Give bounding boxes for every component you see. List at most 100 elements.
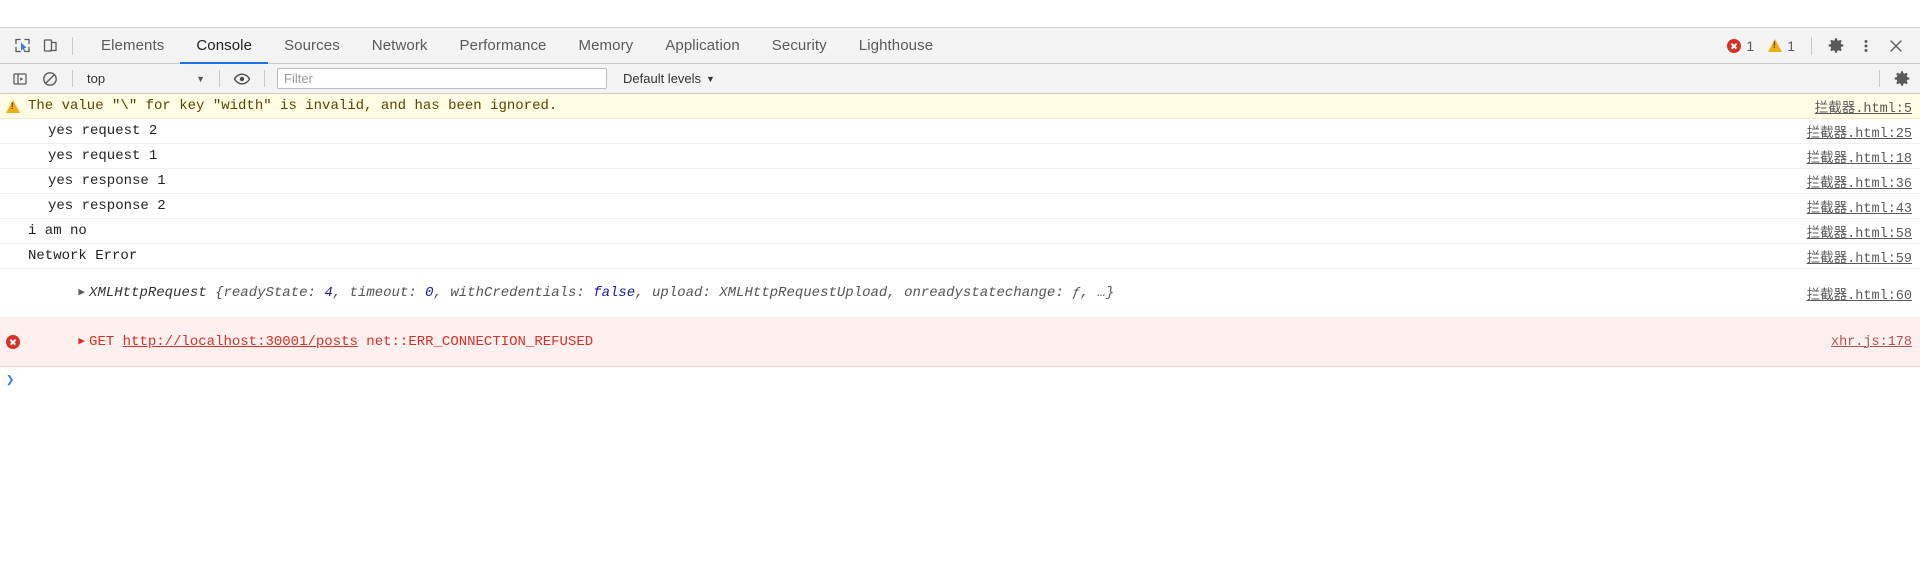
prop-key: timeout: (349, 285, 426, 301)
prop-value: 0 (425, 285, 434, 301)
console-message-log[interactable]: i am no 拦截器.html:58 (0, 219, 1920, 244)
error-count-badge[interactable]: 1 (1721, 38, 1760, 54)
clear-console-icon[interactable] (36, 65, 64, 93)
right-controls-divider (1811, 36, 1812, 55)
message-text: yes request 1 (48, 148, 158, 164)
source-link[interactable]: 拦截器.html:59 (1807, 246, 1912, 267)
warning-count-value: 1 (1787, 37, 1795, 54)
console-message-log[interactable]: yes request 1 拦截器.html:18 (0, 144, 1920, 169)
object-name: XMLHttpRequest (89, 285, 207, 301)
console-toolbar-divider-4 (1879, 70, 1880, 87)
tab-security[interactable]: Security (756, 28, 843, 63)
expand-triangle-icon[interactable]: ▶ (78, 285, 85, 299)
tab-application[interactable]: Application (649, 28, 755, 63)
device-toolbar-icon[interactable] (36, 32, 64, 60)
request-method: GET (89, 334, 123, 350)
error-status: net::ERR_CONNECTION_REFUSED (357, 334, 594, 350)
console-message-log[interactable]: yes response 2 拦截器.html:43 (0, 194, 1920, 219)
kebab-menu-icon[interactable] (1852, 32, 1880, 60)
log-levels-select[interactable]: Default levels ▼ (615, 71, 723, 86)
tab-lighthouse[interactable]: Lighthouse (843, 28, 949, 63)
source-link[interactable]: 拦截器.html:43 (1807, 196, 1912, 217)
source-link[interactable]: 拦截器.html:36 (1807, 171, 1912, 192)
prop-value: XMLHttpRequestUpload (719, 285, 888, 301)
prop-sep: , (887, 285, 905, 301)
message-text: Network Error (28, 248, 138, 264)
console-toolbar-divider-2 (219, 70, 220, 87)
tab-console-label: Console (196, 37, 253, 54)
source-link[interactable]: 拦截器.html:60 (1807, 283, 1912, 304)
prop-key: onreadystatechange: (904, 285, 1073, 301)
warning-count-badge[interactable]: 1 (1762, 38, 1801, 54)
tabbar-divider (72, 36, 73, 55)
tab-performance[interactable]: Performance (444, 28, 563, 63)
tab-console[interactable]: Console (180, 28, 268, 64)
prop-sep: , (1080, 285, 1098, 301)
console-filter-toolbar: top ▼ Default levels ▼ (0, 64, 1920, 94)
prop-value: false (593, 285, 636, 301)
expand-triangle-icon[interactable]: ▶ (78, 334, 85, 348)
console-message-error[interactable]: ▶ GET http://localhost:30001/posts net::E… (0, 318, 1920, 367)
request-url[interactable]: http://localhost:30001/posts (123, 334, 358, 350)
console-message-list: The value "\" for key "width" is invalid… (0, 94, 1920, 393)
prop-sep: , (635, 285, 653, 301)
source-link[interactable]: xhr.js:178 (1831, 335, 1912, 350)
tabbar-right-controls: 1 1 (1721, 28, 1920, 63)
warning-triangle-icon (6, 99, 20, 113)
live-expression-eye-icon[interactable] (228, 65, 256, 93)
prop-key: upload: (652, 285, 720, 301)
tab-network[interactable]: Network (356, 28, 444, 63)
panel-tabs: Elements Console Sources Network Perform… (85, 28, 949, 64)
prop-value: 4 (324, 285, 333, 301)
console-message-object[interactable]: ▶ XMLHttpRequest {readyState: 4, timeout:… (0, 269, 1920, 318)
close-icon[interactable] (1882, 32, 1910, 60)
tab-network-label: Network (371, 37, 428, 54)
browser-chrome-strip (0, 0, 1920, 28)
log-levels-label: Default levels (623, 71, 702, 86)
prop-sep: , (433, 285, 451, 301)
prop-key: withCredentials: (450, 285, 594, 301)
console-toolbar-divider-1 (72, 70, 73, 87)
message-text: yes response 1 (48, 173, 166, 189)
console-message-warning[interactable]: The value "\" for key "width" is invalid… (0, 94, 1920, 119)
console-message-log[interactable]: yes request 2 拦截器.html:25 (0, 119, 1920, 144)
console-prompt-row[interactable]: ❯ (0, 367, 1920, 393)
filter-input[interactable] (277, 68, 607, 89)
console-message-log[interactable]: Network Error 拦截器.html:59 (0, 244, 1920, 269)
object-open-brace: { (206, 285, 224, 301)
tab-performance-label: Performance (459, 37, 547, 54)
console-settings-gear-icon[interactable] (1888, 65, 1916, 93)
devtools-tabbar: Elements Console Sources Network Perform… (0, 28, 1920, 64)
tab-application-label: Application (665, 37, 740, 54)
execution-context-select[interactable]: top ▼ (81, 68, 211, 90)
gear-icon[interactable] (1822, 32, 1850, 60)
source-link[interactable]: 拦截器.html:18 (1807, 146, 1912, 167)
prompt-caret-icon: ❯ (6, 372, 15, 389)
execution-context-value: top (87, 71, 106, 86)
chevron-down-icon: ▼ (196, 73, 205, 84)
inspect-element-icon[interactable] (8, 32, 36, 60)
error-circle-icon (6, 335, 20, 349)
message-text: yes request 2 (48, 123, 158, 139)
tab-sources[interactable]: Sources (268, 28, 356, 63)
error-count-value: 1 (1746, 37, 1755, 54)
tab-memory-label: Memory (578, 37, 634, 54)
prop-sep: , (332, 285, 350, 301)
message-text: ▶ GET http://localhost:30001/posts net::E… (26, 318, 1819, 366)
source-link[interactable]: 拦截器.html:58 (1807, 221, 1912, 242)
console-sidebar-icon[interactable] (6, 65, 34, 93)
console-message-log[interactable]: yes response 1 拦截器.html:36 (0, 169, 1920, 194)
tabbar-left-controls (0, 28, 81, 63)
chevron-down-icon: ▼ (706, 73, 715, 84)
tab-memory[interactable]: Memory (563, 28, 650, 63)
tab-elements-label: Elements (101, 37, 165, 54)
warning-triangle-icon (1768, 39, 1783, 52)
prop-value: ƒ (1072, 285, 1081, 301)
message-text: i am no (28, 223, 87, 239)
source-link[interactable]: 拦截器.html:25 (1807, 121, 1912, 142)
prop-key: readyState: (223, 285, 325, 301)
message-text: yes response 2 (48, 198, 166, 214)
error-circle-icon (1727, 38, 1742, 53)
tab-elements[interactable]: Elements (85, 28, 180, 63)
source-link[interactable]: 拦截器.html:5 (1815, 96, 1912, 117)
